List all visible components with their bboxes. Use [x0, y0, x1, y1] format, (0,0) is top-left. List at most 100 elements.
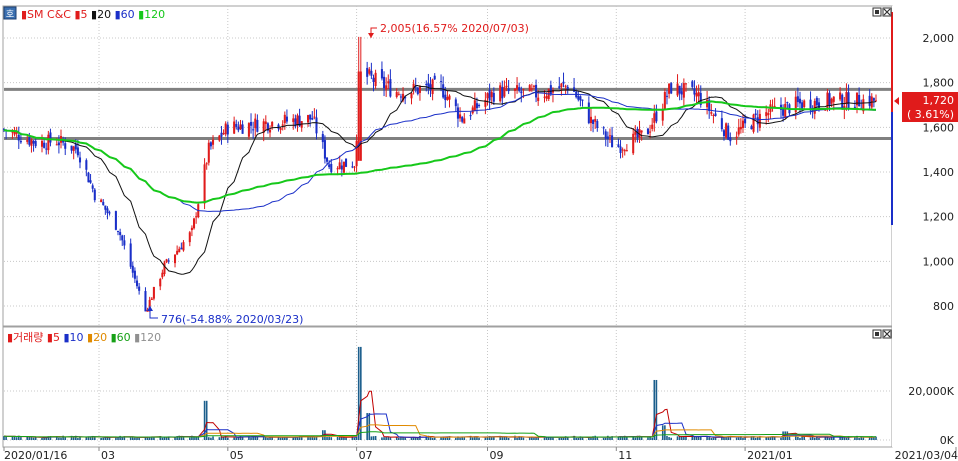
candle-body	[560, 83, 563, 87]
volume-bar	[666, 435, 668, 440]
volume-bar	[85, 437, 88, 440]
candle-body	[359, 71, 362, 161]
candle-body	[176, 250, 179, 255]
volume-bar	[5, 436, 7, 440]
candle-body	[159, 278, 162, 287]
volume-bar	[590, 437, 592, 440]
candle-body	[209, 142, 212, 147]
volume-bar	[845, 437, 848, 440]
volume-bar	[788, 436, 791, 440]
volume-bar	[338, 437, 341, 440]
volume-bar	[843, 437, 846, 440]
volume-panel[interactable]	[2, 326, 893, 448]
candle-body	[17, 134, 20, 141]
volume-bar	[507, 437, 510, 440]
candle-body	[254, 118, 257, 129]
candle-body	[446, 96, 449, 100]
volume-bar	[433, 437, 436, 440]
volume-bar	[389, 437, 392, 440]
volume-bar	[227, 437, 229, 440]
volume-bar	[404, 437, 406, 440]
volume-bar	[60, 437, 62, 440]
candle-body	[366, 67, 369, 77]
volume-bar	[284, 437, 286, 440]
volume-bar	[756, 437, 759, 440]
candle-body	[205, 163, 208, 165]
candle-body	[40, 140, 44, 147]
x-axis-label: 09	[490, 449, 504, 461]
candle-body	[91, 185, 94, 189]
candle-body	[632, 133, 635, 154]
candle-body	[241, 124, 244, 134]
candle-body	[456, 107, 459, 119]
candle-body	[355, 140, 358, 167]
current-price-value: 1,720	[923, 94, 955, 107]
price-panel[interactable]	[2, 5, 893, 327]
candle-body	[338, 162, 341, 169]
candle-body	[516, 85, 519, 90]
x-axis-label: 11	[618, 449, 632, 461]
volume-bar	[250, 437, 252, 440]
volume-bar	[233, 437, 235, 440]
volume-bar	[873, 437, 875, 440]
volume-bar	[93, 437, 96, 440]
price-tick-label: 1,800	[923, 77, 955, 90]
volume-bar	[15, 437, 18, 440]
candle-body	[545, 96, 548, 99]
candle-body	[235, 123, 238, 127]
candle-body	[383, 76, 386, 89]
candle-body	[433, 75, 436, 80]
volume-tick-label: 0K	[940, 434, 955, 447]
candle-body	[131, 265, 134, 273]
volume-bar	[360, 346, 362, 440]
volume-bar	[265, 437, 267, 440]
candle-body	[72, 146, 75, 152]
volume-bar	[267, 437, 269, 440]
volume-bar	[562, 437, 565, 440]
candle-body	[387, 81, 390, 84]
volume-bar	[182, 437, 185, 440]
volume-bar	[368, 413, 371, 440]
candle-body	[710, 112, 713, 114]
candle-body	[528, 85, 531, 92]
candle-body	[649, 131, 652, 133]
restore-icon-inner	[875, 10, 879, 14]
candle-body	[758, 113, 761, 128]
candle-body	[374, 72, 377, 87]
volume-bar	[131, 437, 134, 440]
candle-body	[116, 230, 120, 232]
x-axis-label: 03	[101, 449, 115, 461]
candle-body	[271, 121, 274, 127]
price-tick-label: 1,000	[923, 255, 955, 268]
current-price-change: ( 3.61%)	[907, 108, 954, 121]
volume-bar	[279, 437, 282, 440]
candle-body	[535, 84, 538, 98]
candle-body	[425, 84, 428, 86]
volume-bar	[683, 436, 685, 440]
candle-body	[712, 115, 715, 117]
candle-body	[224, 123, 227, 135]
candle-body	[150, 298, 153, 300]
candle-body	[328, 164, 331, 168]
candle-body	[676, 83, 679, 96]
candle-body	[765, 112, 768, 117]
candle-body	[830, 98, 833, 104]
volume-bar	[58, 437, 60, 440]
volume-bar	[533, 437, 535, 440]
candle-body	[469, 115, 472, 117]
candle-body	[345, 158, 348, 167]
candle-body	[119, 232, 122, 235]
candle-body	[505, 85, 508, 88]
candle-body	[587, 102, 590, 124]
candle-body	[357, 71, 360, 161]
volume-bar	[617, 437, 620, 440]
volume-bar	[134, 437, 136, 440]
volume-bar	[138, 437, 140, 440]
candle-body	[596, 121, 599, 129]
volume-bar	[370, 436, 373, 440]
volume-bar	[547, 437, 550, 440]
candle-body	[368, 69, 371, 74]
volume-bar	[43, 437, 45, 440]
candle-body	[239, 124, 242, 130]
volume-bar	[797, 436, 799, 440]
